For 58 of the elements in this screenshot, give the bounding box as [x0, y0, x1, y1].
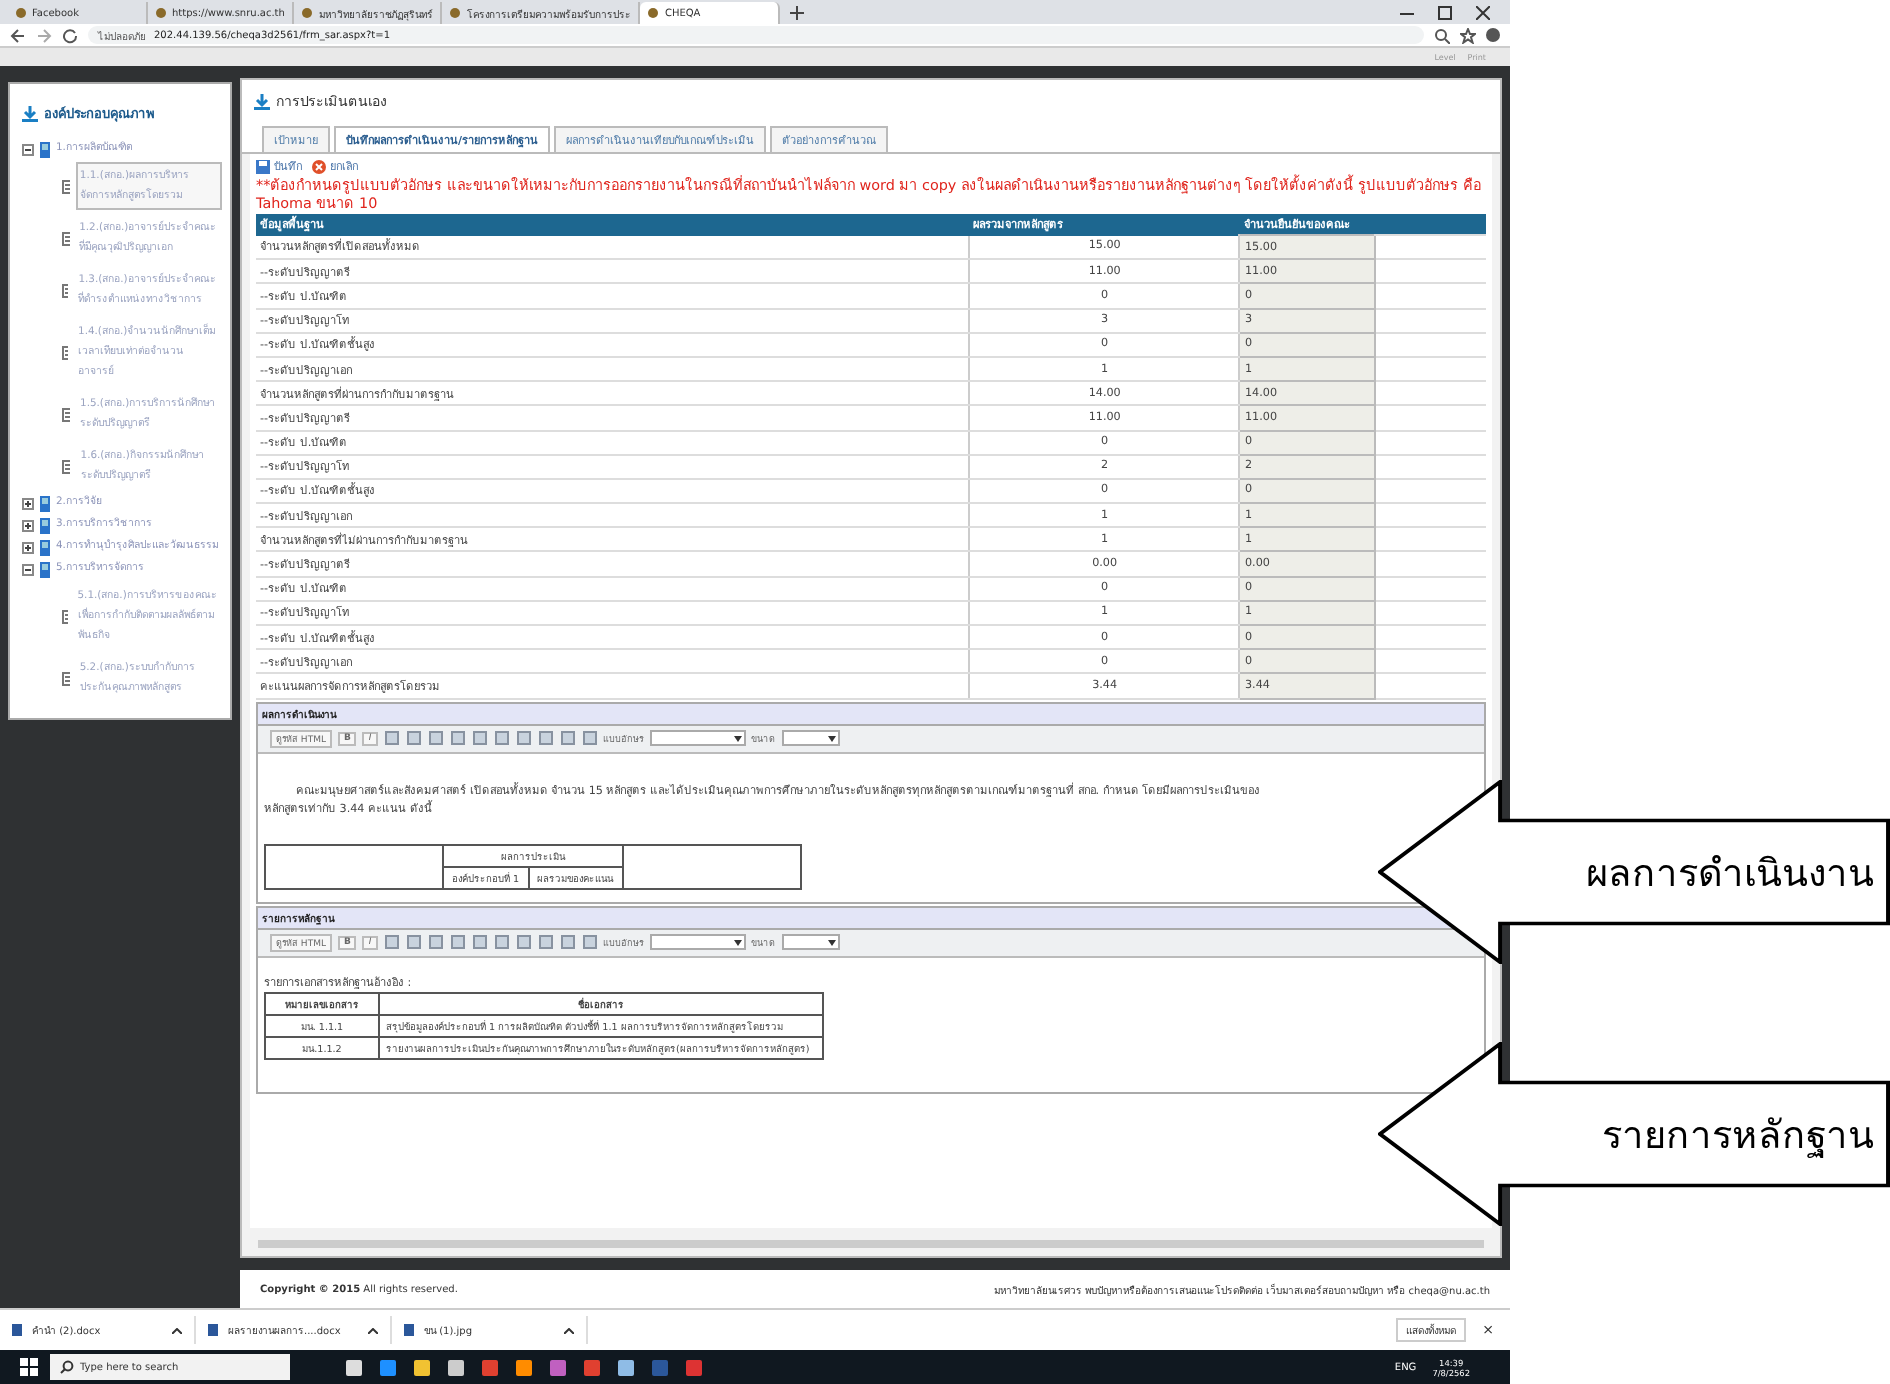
document-icon [62, 459, 71, 473]
star-icon[interactable] [1460, 27, 1476, 43]
folder-icon [38, 561, 52, 577]
expand-icon[interactable] [22, 541, 34, 553]
caret-icon[interactable] [564, 1327, 574, 1333]
cancel-icon[interactable] [312, 159, 326, 173]
size-dropdown[interactable] [781, 730, 840, 747]
document-icon [62, 179, 70, 193]
windows-start-icon[interactable] [20, 1358, 38, 1376]
taskbar-app-icon[interactable] [618, 1359, 634, 1375]
site-icon [450, 8, 461, 18]
taskbar-app-icon[interactable] [448, 1359, 464, 1375]
document-icon [62, 231, 70, 245]
dropdown-arrow-icon[interactable] [733, 735, 742, 742]
size-dropdown[interactable] [781, 934, 840, 951]
collapse-icon[interactable] [22, 563, 34, 575]
new-tab-icon[interactable] [790, 6, 805, 20]
site-icon [648, 8, 659, 18]
site-icon [302, 8, 313, 18]
taskbar-app-icon[interactable] [346, 1359, 362, 1375]
dropdown-arrow-icon[interactable] [827, 735, 836, 742]
caret-icon[interactable] [368, 1327, 378, 1333]
expand-icon[interactable] [22, 497, 34, 509]
zoom-icon[interactable] [1434, 27, 1450, 43]
folder-icon [38, 517, 52, 533]
document-icon [62, 407, 71, 421]
dropdown-arrow-icon[interactable] [733, 939, 742, 946]
avatar-icon[interactable] [1486, 28, 1500, 42]
collapse-icon[interactable] [22, 143, 34, 155]
folder-icon [38, 141, 52, 157]
taskbar-app-icon[interactable] [414, 1359, 430, 1375]
dropdown-arrow-icon[interactable] [827, 939, 836, 946]
callout-arrow: ผลการดำเนินงาน [1378, 780, 1890, 964]
document-icon [62, 671, 70, 685]
download-icon [22, 106, 38, 122]
forward-icon[interactable] [36, 27, 52, 43]
document-icon [62, 609, 68, 623]
callout-arrow: รายการหลักฐาน [1378, 1042, 1890, 1226]
taskbar-app-icon[interactable] [380, 1359, 396, 1375]
document-icon [62, 283, 69, 297]
download-icon [254, 93, 270, 109]
site-icon [156, 8, 166, 18]
expand-icon[interactable] [22, 519, 34, 531]
maximize-icon[interactable] [1438, 5, 1452, 19]
scrollbar[interactable] [258, 1240, 1484, 1248]
search-icon [60, 1360, 74, 1374]
folder-icon [38, 539, 52, 555]
reload-icon[interactable] [62, 27, 78, 43]
document-icon [62, 345, 69, 359]
save-icon[interactable] [256, 159, 270, 173]
close-icon[interactable] [1476, 5, 1490, 19]
rich-text-editor[interactable] [256, 725, 1486, 904]
site-icon [16, 8, 26, 18]
back-icon[interactable] [10, 27, 26, 43]
taskbar-app-icon[interactable] [516, 1359, 532, 1375]
caret-icon[interactable] [172, 1327, 182, 1333]
rich-text-editor[interactable] [256, 929, 1486, 1094]
folder-icon [38, 495, 52, 511]
